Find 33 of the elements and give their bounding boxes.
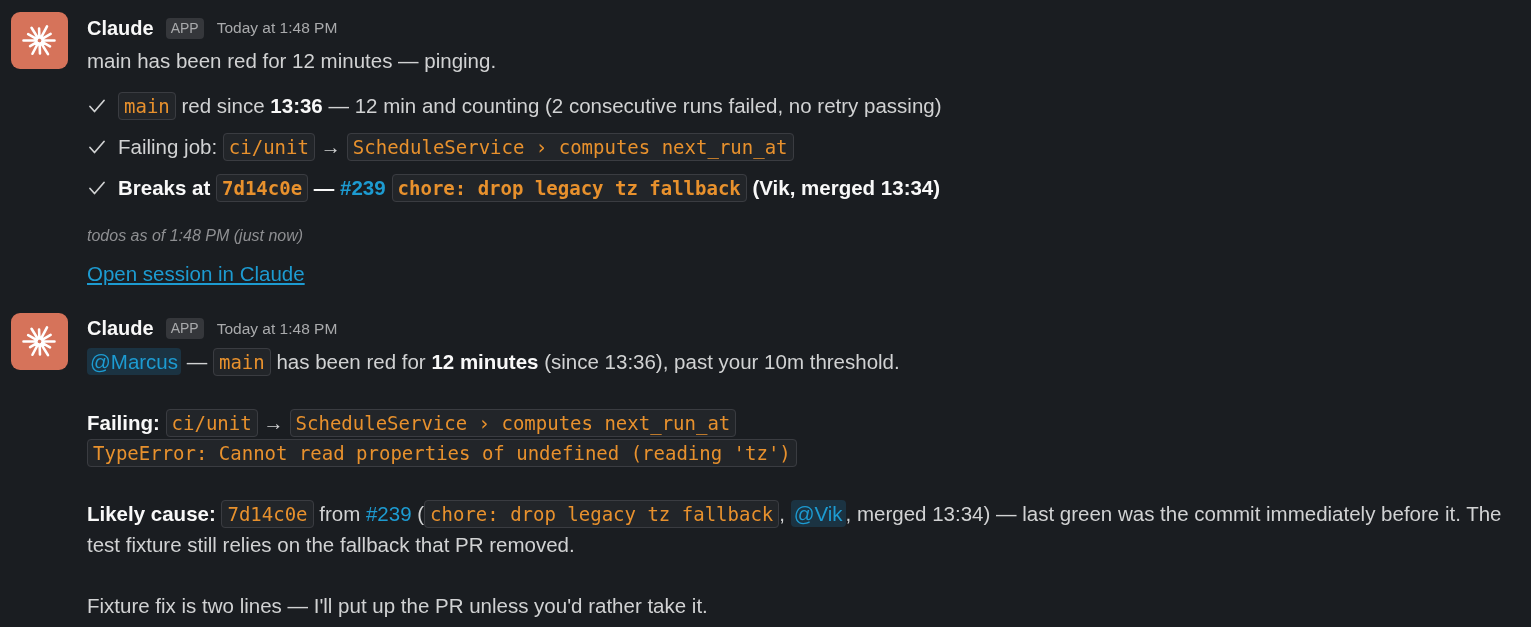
timestamp[interactable]: Today at 1:48 PM <box>216 319 338 338</box>
user-mention[interactable]: @Marcus <box>87 347 182 375</box>
message-text: main has been red for 12 minutes — pinging. <box>87 48 498 74</box>
inline-code: ci/unit <box>165 408 258 437</box>
pr-link[interactable]: #239 <box>340 175 386 199</box>
inline-code: chore: drop legacy tz fallback <box>424 500 780 528</box>
pr-link[interactable]: #239 <box>365 502 412 525</box>
inline-code: TypeError: Cannot read properties of undefined (reading 'tz') <box>87 439 797 467</box>
inline-code: 7d14c0e <box>221 500 314 528</box>
todo-text: Breaks at 7d14c0e — #239 chore: drop legacy tz fallback (Vik, merged 13:34) <box>118 172 941 203</box>
sender-name[interactable]: Claude <box>87 317 154 340</box>
open-session-link[interactable]: Open session in Claude <box>87 261 305 285</box>
inline-code: 7d14c0e <box>216 173 309 202</box>
inline-code: chore: drop legacy tz fallback <box>391 173 747 202</box>
app-badge: APP <box>165 17 204 39</box>
message-text: Failing: ci/unit → ScheduleService › computes next_run_at <box>87 407 1519 438</box>
message-text: Likely cause: 7d14c0e from #239 ( chore: drop legacy tz fallback , @Vik, merged 13:34) — last green was the commit immediately before it. The test fixture still relies on the fallback that PR removed. <box>87 499 1503 558</box>
sender-name[interactable]: Claude <box>87 16 154 40</box>
inline-code: ScheduleService › computes next_run_at <box>346 132 794 161</box>
user-mention[interactable]: @Vik <box>790 500 846 527</box>
timestamp[interactable]: Today at 1:48 PM <box>216 19 338 37</box>
message-text: @Marcus — main has been red for 12 minutes (since 13:36), past your 10m threshold. <box>87 346 1519 377</box>
app-badge: APP <box>165 318 204 339</box>
message-text: Fixture fix is two lines — I'll put up the PR unless you'd rather take it. <box>87 592 709 619</box>
starburst-icon[interactable] <box>11 12 68 69</box>
inline-code: ScheduleService › computes next_run_at <box>289 408 737 437</box>
inline-code: main <box>118 91 176 120</box>
status-note: todos as of 1:48 PM (just now) <box>87 225 305 246</box>
inline-code: ci/unit <box>222 132 315 161</box>
todo-text: main red since 13:36 — 12 min and counting (2 consecutive runs failed, no retry passing) <box>118 90 942 121</box>
todo-text: Failing job: ci/unit → ScheduleService › computes next_run_at <box>118 131 794 162</box>
starburst-icon[interactable] <box>11 312 68 370</box>
inline-code: main <box>212 347 271 376</box>
